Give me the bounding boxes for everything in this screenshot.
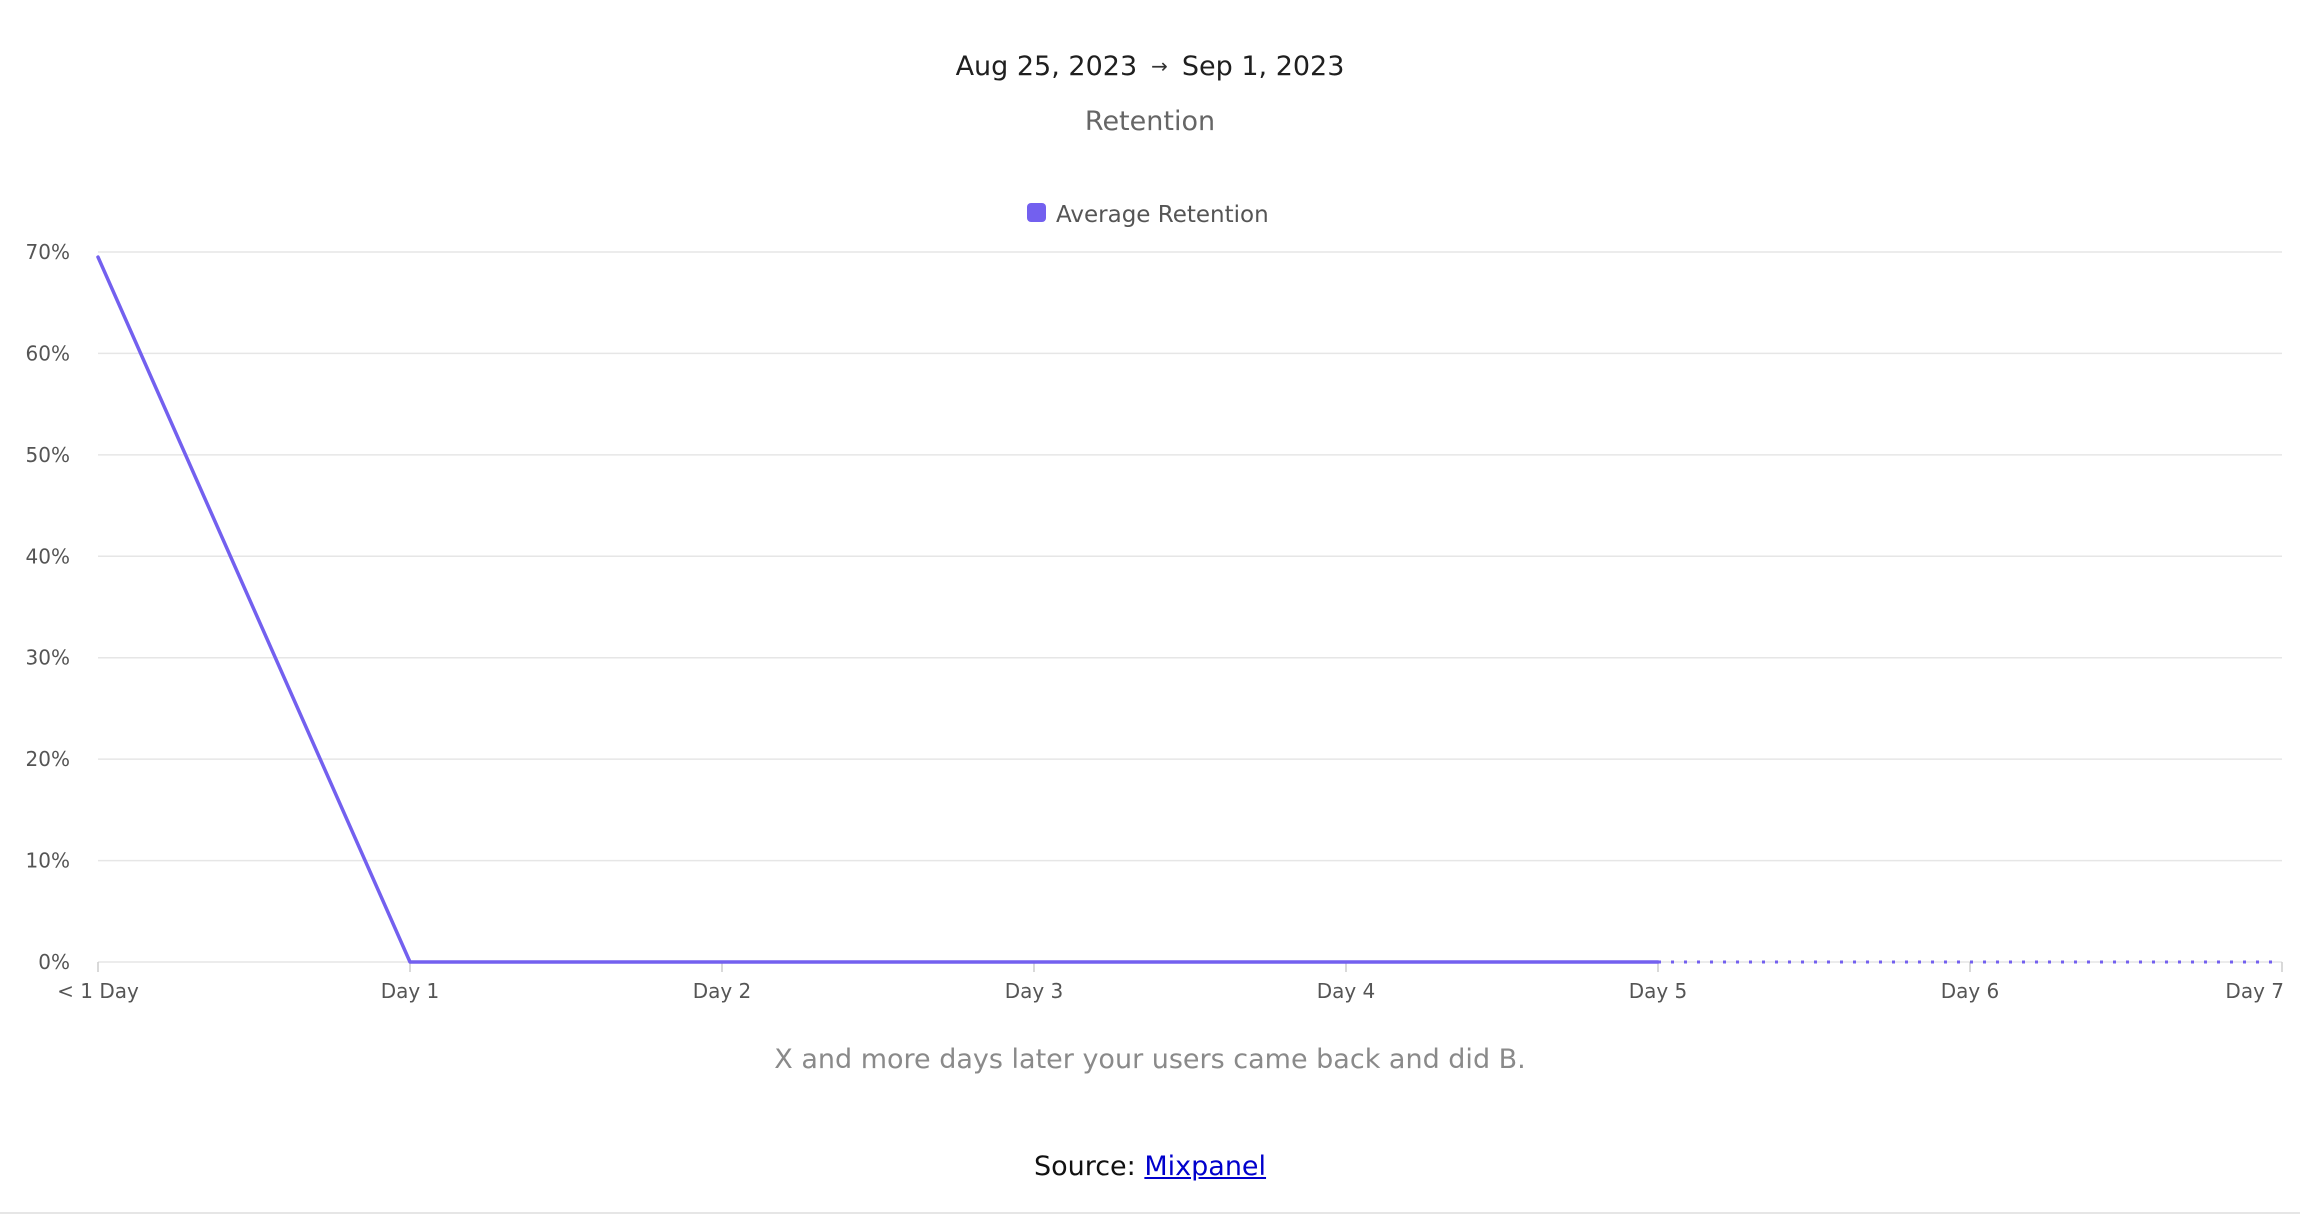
chart-legend[interactable]: Average Retention xyxy=(1027,202,1269,228)
y-tick-label: 0% xyxy=(38,950,70,974)
y-tick-label: 10% xyxy=(26,849,70,873)
x-tick-label: Day 3 xyxy=(1005,979,1064,1003)
source-line: Source: Mixpanel xyxy=(0,1147,2300,1187)
legend-label[interactable]: Average Retention xyxy=(1056,202,1269,228)
x-axis: < 1 Day Day 1 Day 2 Day 3 Day 4 Day 5 Day 6 Day… xyxy=(57,962,2284,1003)
x-tick-label: Day 5 xyxy=(1629,979,1688,1003)
y-tick-label: 30% xyxy=(26,646,70,670)
x-tick-label: < 1 Day xyxy=(57,979,139,1003)
y-tick-label: 60% xyxy=(26,341,70,365)
legend-swatch[interactable] xyxy=(1027,203,1046,222)
chart-series xyxy=(96,255,2282,964)
series-line-average-retention[interactable] xyxy=(96,255,1660,964)
y-tick-label: 40% xyxy=(26,544,70,568)
x-tick-label: Day 6 xyxy=(1941,979,2000,1003)
source-link[interactable]: Mixpanel xyxy=(1144,1151,1266,1182)
retention-chart: Average Retention 0% 10% 20% 30% 40% 50% 60% 70… xyxy=(26,202,2284,1003)
chart-page: Aug 25, 2023 → Sep 1, 2023 Retention Avera… xyxy=(0,0,2300,1214)
x-tick-label: Day 7 xyxy=(2225,979,2284,1003)
chart-caption: X and more days later your users came ba… xyxy=(774,1044,1526,1075)
y-tick-label: 50% xyxy=(26,443,70,467)
x-tick-label: Day 4 xyxy=(1317,979,1376,1003)
y-tick-label: 20% xyxy=(26,747,70,771)
x-tick-label: Day 1 xyxy=(381,979,440,1003)
x-tick-label: Day 2 xyxy=(693,979,752,1003)
chart-grid xyxy=(98,251,2282,963)
y-tick-label: 70% xyxy=(26,240,70,264)
source-label: Source: xyxy=(1033,1151,1145,1182)
y-axis: 0% 10% 20% 30% 40% 50% 60% 70% xyxy=(26,240,70,974)
